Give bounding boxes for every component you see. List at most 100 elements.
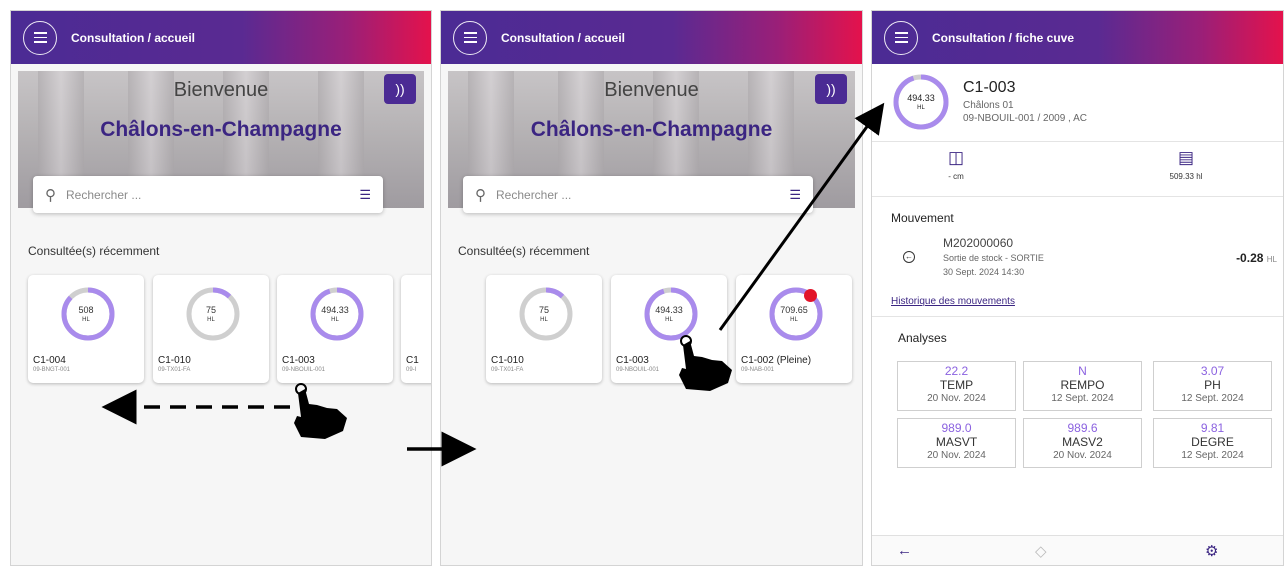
movement-qty: -0.28 HL <box>1236 251 1277 265</box>
tank-header: 494.33 HL C1-003 Châlons 01 09-NBOUIL-00… <box>872 64 1283 142</box>
card-unit: HL <box>331 317 339 323</box>
tank-stats: ◫ - cm ▤ 509.33 hl <box>872 142 1283 197</box>
analysis-date: 12 Sept. 2024 <box>1181 393 1244 404</box>
analysis-key: MASV2 <box>1062 435 1103 449</box>
movement-type: Sortie de stock - SORTIE <box>943 253 1044 263</box>
search-icon: ⚲ <box>45 186 56 204</box>
card-name: C1-004 <box>33 355 66 366</box>
card-unit: HL <box>82 317 90 323</box>
analysis-value: N <box>1078 364 1087 378</box>
card-unit: HL <box>665 317 673 323</box>
card-volume: 508 <box>78 305 94 315</box>
welcome-text: Bienvenue <box>604 79 699 101</box>
top-bar: Consultation / fiche cuve <box>872 11 1283 64</box>
rss-icon[interactable]: )) <box>815 74 847 104</box>
card-volume: 709.65 <box>780 305 808 315</box>
menu-icon[interactable] <box>884 20 918 55</box>
search-placeholder: Rechercher ... <box>496 187 572 202</box>
search-icon: ⚲ <box>475 186 486 204</box>
rss-icon[interactable]: )) <box>384 74 416 104</box>
analysis-key: TEMP <box>939 378 974 392</box>
card-unit: HL <box>540 317 548 323</box>
card-unit: HL <box>207 317 215 323</box>
movement-date: 30 Sept. 2024 14:30 <box>943 267 1025 277</box>
level-stat: ◫ - cm <box>916 148 996 181</box>
tank-card[interactable]: C1 09-I <box>401 275 431 383</box>
history-link[interactable]: Historique des mouvements <box>891 296 1015 307</box>
card-name: C1-002 (Pleine) <box>741 355 812 366</box>
card-name: C1-010 <box>158 355 191 366</box>
card-code: 09-NBOUIL-001 <box>616 367 660 373</box>
tank-card[interactable]: 75 HL C1-010 09-TX01-FA <box>153 275 269 383</box>
analysis-cell[interactable]: 22.2 TEMP 20 Nov. 2024 <box>897 361 1016 411</box>
full-alert-badge <box>804 289 817 302</box>
tank-card[interactable]: 494.33 HL C1-003 09-NBOUIL-001 <box>277 275 393 383</box>
card-name: C1-003 <box>616 355 649 366</box>
recent-title: Consultée(s) récemment <box>458 244 590 258</box>
page-title: Consultation / accueil <box>501 30 626 45</box>
analysis-key: REMPO <box>1060 378 1105 392</box>
menu-icon[interactable] <box>23 20 57 55</box>
analysis-key: PH <box>1204 378 1221 392</box>
analysis-value: 989.0 <box>941 421 972 435</box>
filter-list-icon[interactable]: ☰ <box>789 187 801 203</box>
analysis-date: 20 Nov. 2024 <box>1053 450 1112 461</box>
city-name: Châlons-en-Champagne <box>100 118 342 141</box>
search-input[interactable]: ⚲ Rechercher ... ☰ <box>463 176 813 213</box>
analysis-cell[interactable]: N REMPO 12 Sept. 2024 <box>1023 361 1142 411</box>
card-name: C1-003 <box>282 355 315 366</box>
city-name: Châlons-en-Champagne <box>530 118 773 141</box>
tank-card[interactable]: 709.65 HL C1-002 (Pleine) 09-NAB-001 <box>736 275 852 383</box>
card-code: 09-TX01-FA <box>491 367 524 373</box>
gauge-value: 494.33 <box>907 93 935 103</box>
settings-icon[interactable]: ⚙ <box>1205 542 1218 560</box>
analysis-key: MASVT <box>935 435 978 449</box>
tank-card[interactable]: 508 HL C1-004 09-BNGT-001 <box>28 275 144 383</box>
analysis-value: 3.07 <box>1200 364 1225 378</box>
movement-qty-value: -0.28 <box>1236 251 1264 265</box>
analysis-value: 9.81 <box>1200 421 1225 435</box>
search-input[interactable]: ⚲ Rechercher ... ☰ <box>33 176 383 213</box>
card-volume: 75 <box>538 305 549 315</box>
analysis-cell[interactable]: 9.81 DEGRE 12 Sept. 2024 <box>1153 418 1272 468</box>
tank-lot: 09-NBOUIL-001 / 2009 , AC <box>963 113 1087 124</box>
tag-icon[interactable]: ◇ <box>1035 542 1047 560</box>
volume-stat: ▤ 509.33 hl <box>1146 148 1226 181</box>
screen-tank-detail: Consultation / fiche cuve 494.33 HL C1-0… <box>871 10 1284 566</box>
top-bar: Consultation / accueil <box>11 11 431 64</box>
analyses-title: Analyses <box>898 331 947 345</box>
tank-level-icon: ◫ <box>947 148 965 167</box>
card-code: 09-I <box>406 367 417 373</box>
analysis-value: 22.2 <box>944 364 969 378</box>
page-title: Consultation / fiche cuve <box>932 30 1075 45</box>
analysis-date: 12 Sept. 2024 <box>1181 450 1244 461</box>
card-code: 09-NAB-001 <box>741 367 775 373</box>
card-unit: HL <box>790 317 798 323</box>
bottom-bar: ← ◇ ⚙ <box>872 535 1283 565</box>
analysis-cell[interactable]: 989.6 MASV2 20 Nov. 2024 <box>1023 418 1142 468</box>
analysis-value: 989.6 <box>1067 421 1098 435</box>
analysis-date: 12 Sept. 2024 <box>1051 393 1114 404</box>
card-name: C1 <box>406 355 419 366</box>
back-arrow-icon[interactable]: ← <box>897 542 912 559</box>
filter-list-icon[interactable]: ☰ <box>359 187 371 203</box>
movement-id: M202000060 <box>943 236 1014 250</box>
gauge-unit: HL <box>917 105 925 111</box>
tank-card[interactable]: 494.33 HL C1-003 09-NBOUIL-001 <box>611 275 727 383</box>
analysis-cell[interactable]: 989.0 MASVT 20 Nov. 2024 <box>897 418 1016 468</box>
recent-title: Consultée(s) récemment <box>28 244 160 258</box>
screen-home-2: Consultation / accueil Bienvenue Châlons… <box>440 10 863 566</box>
analysis-cell[interactable]: 3.07 PH 12 Sept. 2024 <box>1153 361 1272 411</box>
tank-card[interactable]: 75 HL C1-010 09-TX01-FA <box>486 275 602 383</box>
welcome-text: Bienvenue <box>173 79 269 101</box>
menu-icon[interactable] <box>453 20 487 55</box>
card-volume: 75 <box>205 305 216 315</box>
card-code: 09-NBOUIL-001 <box>282 367 326 373</box>
analysis-date: 20 Nov. 2024 <box>927 450 986 461</box>
tank-name: C1-003 <box>963 79 1016 96</box>
card-volume: 494.33 <box>321 305 349 315</box>
page-title: Consultation / accueil <box>71 30 196 45</box>
volume-value: 509.33 hl <box>1169 172 1203 181</box>
card-name: C1-010 <box>491 355 524 366</box>
card-volume: 494.33 <box>655 305 683 315</box>
